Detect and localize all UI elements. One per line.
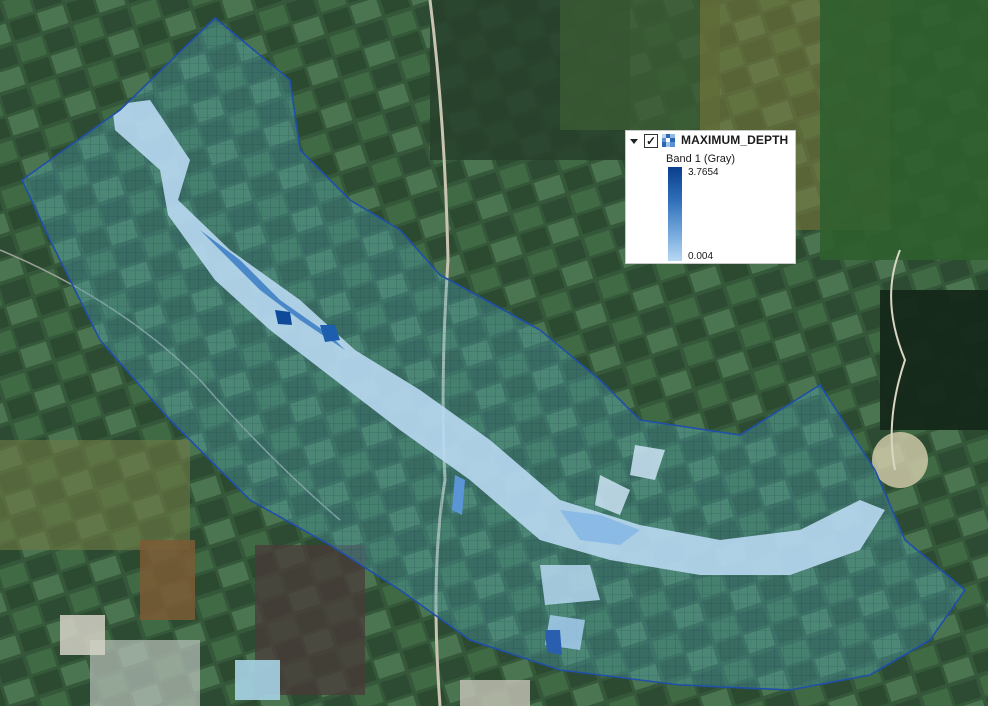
depth-color-ramp xyxy=(668,167,682,261)
ramp-max-value: 3.7654 xyxy=(688,167,719,178)
raster-layer-icon xyxy=(662,134,675,147)
band-label: Band 1 (Gray) xyxy=(666,153,736,165)
layer-name: MAXIMUM_DEPTH xyxy=(681,133,789,147)
layer-visibility-checkbox[interactable]: ✓ xyxy=(644,134,658,148)
layer-legend: ✓ MAXIMUM_DEPTH Band 1 (Gray) 3.7654 0.0… xyxy=(625,130,796,264)
map-canvas[interactable] xyxy=(0,0,988,706)
legend-layer-row[interactable]: ✓ MAXIMUM_DEPTH xyxy=(626,131,797,153)
collapse-arrow-icon[interactable] xyxy=(630,139,638,144)
ramp-min-value: 0.004 xyxy=(688,251,714,262)
